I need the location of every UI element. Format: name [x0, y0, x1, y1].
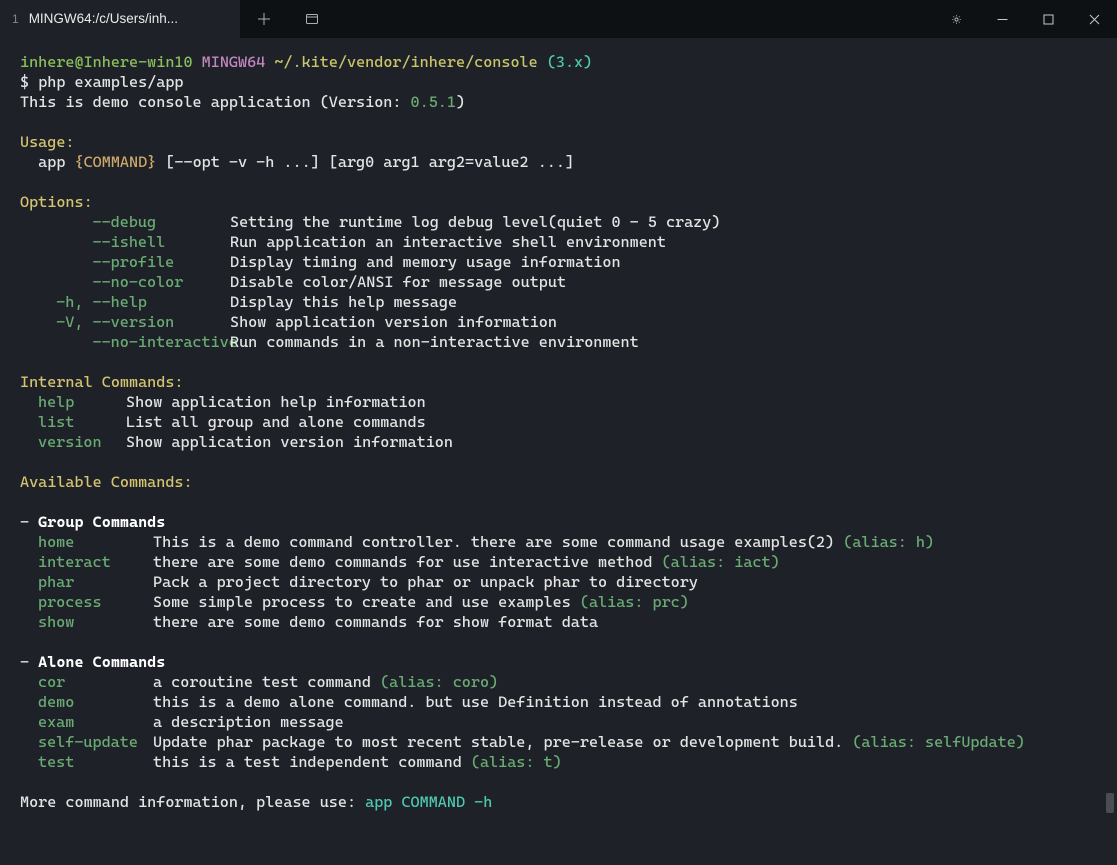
tab-index: 1: [12, 9, 19, 29]
alone-row: cora coroutine test command (alias: coro…: [20, 672, 1097, 692]
alone-row: exama description message: [20, 712, 1097, 732]
tab-title: MINGW64:/c/Users/inh...: [29, 9, 178, 29]
internal-row: helpShow application help information: [20, 392, 1097, 412]
maximize-button[interactable]: [1025, 0, 1071, 38]
command-line: $ php examples/app: [20, 72, 1097, 92]
tab-dropdown-button[interactable]: [288, 0, 336, 38]
internal-row: listList all group and alone commands: [20, 412, 1097, 432]
close-button[interactable]: [1071, 0, 1117, 38]
group-row: showthere are some demo commands for sho…: [20, 612, 1097, 632]
option-row: -V, --versionShow application version in…: [20, 312, 1097, 332]
window-split-icon: [305, 12, 319, 26]
alone-row: self-updateUpdate phar package to most r…: [20, 732, 1097, 752]
footer-line: More command information, please use: ap…: [20, 792, 1097, 812]
internal-heading: Internal Commands:: [20, 372, 1097, 392]
internal-row: versionShow application version informat…: [20, 432, 1097, 452]
scrollbar-thumb[interactable]: [1106, 793, 1114, 813]
group-row: homeThis is a demo command controller. t…: [20, 532, 1097, 552]
group-row: processSome simple process to create and…: [20, 592, 1097, 612]
group-row: pharPack a project directory to phar or …: [20, 572, 1097, 592]
option-row: -h, --helpDisplay this help message: [20, 292, 1097, 312]
group-commands-heading: - Group Commands: [20, 512, 1097, 532]
group-row: interactthere are some demo commands for…: [20, 552, 1097, 572]
minimize-icon: [997, 14, 1008, 25]
title-bar: 1 MINGW64:/c/Users/inh...: [0, 0, 1117, 38]
prompt-line: inhere@Inhere-win10 MINGW64 ~/.kite/vend…: [20, 52, 1097, 72]
usage-line: app {COMMAND} [--opt -v -h ...] [arg0 ar…: [20, 152, 1097, 172]
option-row: --profileDisplay timing and memory usage…: [20, 252, 1097, 272]
alone-row: demothis is a demo alone command. but us…: [20, 692, 1097, 712]
intro-line: This is demo console application (Versio…: [20, 92, 1097, 112]
gear-icon: [951, 14, 962, 25]
tab-active[interactable]: 1 MINGW64:/c/Users/inh...: [0, 0, 240, 38]
new-tab-button[interactable]: [240, 0, 288, 38]
option-row: --no-interactiveRun commands in a non-in…: [20, 332, 1097, 352]
terminal-body[interactable]: inhere@Inhere-win10 MINGW64 ~/.kite/vend…: [0, 38, 1117, 822]
plus-icon: [257, 12, 271, 26]
option-row: --no-colorDisable color/ANSI for message…: [20, 272, 1097, 292]
minimize-button[interactable]: [979, 0, 1025, 38]
options-heading: Options:: [20, 192, 1097, 212]
close-icon: [1089, 14, 1100, 25]
alone-row: testthis is a test independent command (…: [20, 752, 1097, 772]
maximize-icon: [1043, 14, 1054, 25]
settings-button[interactable]: [933, 0, 979, 38]
usage-heading: Usage:: [20, 132, 1097, 152]
available-heading: Available Commands:: [20, 472, 1097, 492]
alone-commands-heading: - Alone Commands: [20, 652, 1097, 672]
option-row: --debugSetting the runtime log debug lev…: [20, 212, 1097, 232]
option-row: --ishellRun application an interactive s…: [20, 232, 1097, 252]
